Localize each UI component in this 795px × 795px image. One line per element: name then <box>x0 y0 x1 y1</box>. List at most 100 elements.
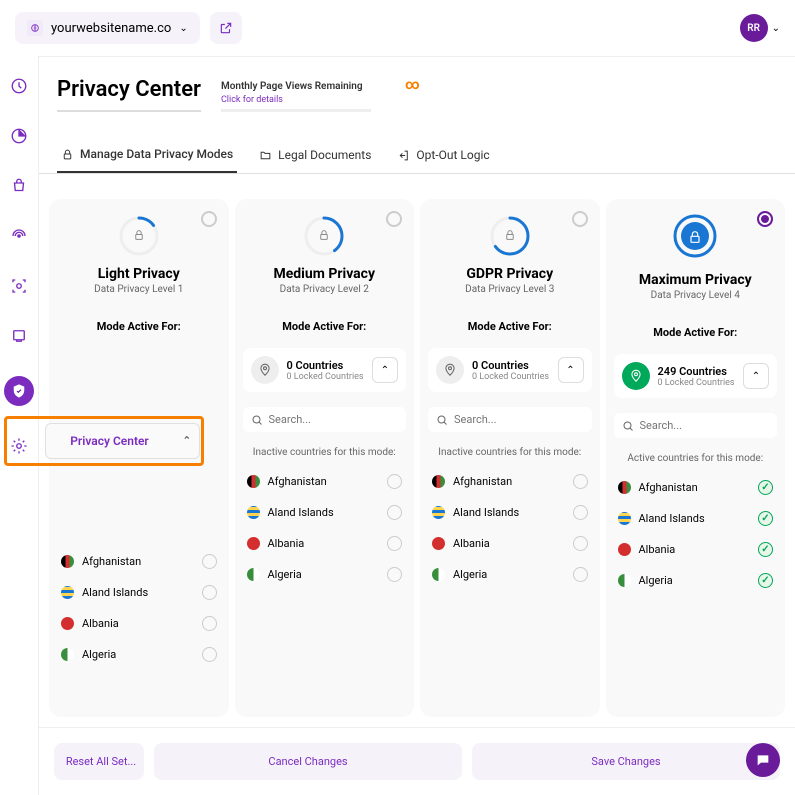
country-list-item[interactable]: Aland Islands <box>243 497 407 528</box>
quota-progress-bar <box>221 109 371 112</box>
mode-name: GDPR Privacy <box>428 266 592 282</box>
country-search-input[interactable] <box>454 413 584 426</box>
country-list-item[interactable]: Algeria <box>614 565 778 596</box>
privacy-mode-card: GDPR Privacy Data Privacy Level 3 Mode A… <box>420 199 600 717</box>
quota-widget[interactable]: Monthly Page Views Remaining ∞ Click for… <box>221 77 420 112</box>
nav-analytics[interactable] <box>9 126 29 146</box>
open-external-button[interactable] <box>210 12 242 44</box>
nav-privacy-center[interactable] <box>4 376 34 406</box>
mode-active-for-label: Mode Active For: <box>428 320 592 333</box>
mode-radio[interactable] <box>201 211 217 227</box>
country-list-item[interactable]: Aland Islands <box>428 497 592 528</box>
nav-dashboard[interactable] <box>9 76 29 96</box>
country-list-item[interactable]: Albania <box>428 528 592 559</box>
country-list-item[interactable]: Albania <box>614 534 778 565</box>
flag-icon <box>432 568 445 581</box>
tab-opt-out[interactable]: Opt-Out Logic <box>393 137 493 173</box>
logout-icon <box>397 149 410 162</box>
country-toggle[interactable] <box>202 647 217 662</box>
mode-level: Data Privacy Level 1 <box>57 284 221 295</box>
country-list-item[interactable]: Afghanistan <box>428 466 592 497</box>
country-name: Albania <box>639 543 751 556</box>
quota-value: ∞ <box>405 77 420 93</box>
mode-level: Data Privacy Level 4 <box>614 290 778 301</box>
mode-radio[interactable] <box>572 211 588 227</box>
country-list-item[interactable]: Aland Islands <box>614 503 778 534</box>
search-icon <box>251 414 263 426</box>
country-list-item[interactable]: Algeria <box>428 559 592 590</box>
nav-streaming[interactable] <box>9 326 29 346</box>
country-list-item[interactable]: Albania <box>243 528 407 559</box>
nav-tracking[interactable] <box>9 226 29 246</box>
mode-active-for-label: Mode Active For: <box>57 320 221 333</box>
nav-scan[interactable] <box>9 276 29 296</box>
flag-icon <box>618 574 631 587</box>
country-list-item[interactable]: Afghanistan <box>614 472 778 503</box>
country-list-item[interactable]: Albania <box>57 608 221 639</box>
collapse-button[interactable]: ⌃ <box>372 357 398 383</box>
country-list-item[interactable]: Algeria <box>57 639 221 670</box>
mode-name: Maximum Privacy <box>614 272 778 288</box>
nav-settings[interactable] <box>9 436 29 456</box>
country-toggle[interactable] <box>387 536 402 551</box>
country-search-input[interactable] <box>640 419 770 432</box>
countries-count: 0 Countries <box>287 359 365 372</box>
flag-icon <box>618 543 631 556</box>
cancel-button[interactable]: Cancel Changes <box>154 743 462 780</box>
nav-commerce[interactable] <box>9 176 29 196</box>
country-toggle[interactable] <box>202 616 217 631</box>
country-toggle[interactable] <box>758 511 773 526</box>
country-name: Aland Islands <box>453 506 565 519</box>
flag-icon <box>247 475 260 488</box>
country-toggle[interactable] <box>202 585 217 600</box>
mode-name: Light Privacy <box>57 266 221 282</box>
country-list-label: Active countries for this mode: <box>614 453 778 464</box>
country-search-input[interactable] <box>269 413 399 426</box>
country-toggle[interactable] <box>573 567 588 582</box>
country-toggle[interactable] <box>387 505 402 520</box>
save-button[interactable]: Save Changes <box>472 743 780 780</box>
country-toggle[interactable] <box>573 505 588 520</box>
tab-manage-modes[interactable]: Manage Data Privacy Modes <box>57 137 237 173</box>
reset-button[interactable]: Reset All Set... <box>54 743 144 780</box>
country-list-item[interactable]: Afghanistan <box>57 546 221 577</box>
flag-icon <box>618 512 631 525</box>
country-toggle[interactable] <box>758 542 773 557</box>
flag-icon <box>247 568 260 581</box>
mode-radio[interactable] <box>757 211 773 227</box>
quota-details-link[interactable]: Click for details <box>221 95 420 105</box>
countries-pin-icon <box>436 356 464 384</box>
countries-pin-icon <box>622 362 650 390</box>
mode-ring-icon <box>488 214 532 258</box>
tab-legal-documents[interactable]: Legal Documents <box>255 137 375 173</box>
countries-pin-icon <box>251 356 279 384</box>
mode-radio[interactable] <box>386 211 402 227</box>
lock-icon <box>687 229 703 249</box>
country-toggle[interactable] <box>387 567 402 582</box>
country-toggle[interactable] <box>758 480 773 495</box>
chevron-up-icon: ⌃ <box>183 436 191 447</box>
country-name: Aland Islands <box>268 506 380 519</box>
privacy-mode-card: Medium Privacy Data Privacy Level 2 Mode… <box>235 199 415 717</box>
country-toggle[interactable] <box>573 536 588 551</box>
country-name: Afghanistan <box>453 475 565 488</box>
country-list-item[interactable]: Aland Islands <box>57 577 221 608</box>
help-fab[interactable] <box>746 743 780 777</box>
flag-icon <box>61 617 74 630</box>
country-toggle[interactable] <box>573 474 588 489</box>
locked-countries-count: 0 Locked Countries <box>287 372 365 382</box>
quota-label: Monthly Page Views Remaining <box>221 81 363 92</box>
flag-icon <box>432 475 445 488</box>
country-toggle[interactable] <box>202 554 217 569</box>
site-selector[interactable]: yourwebsitename.co ⌄ <box>15 12 200 44</box>
country-list-item[interactable]: Algeria <box>243 559 407 590</box>
country-list-item[interactable]: Afghanistan <box>243 466 407 497</box>
search-icon <box>622 420 634 432</box>
account-menu[interactable]: RR ⌄ <box>740 14 780 42</box>
country-toggle[interactable] <box>387 474 402 489</box>
collapse-button[interactable]: ⌃ <box>558 357 584 383</box>
country-toggle[interactable] <box>758 573 773 588</box>
country-name: Aland Islands <box>639 512 751 525</box>
countries-count: 0 Countries <box>472 359 550 372</box>
collapse-button[interactable]: ⌃ <box>743 363 769 389</box>
